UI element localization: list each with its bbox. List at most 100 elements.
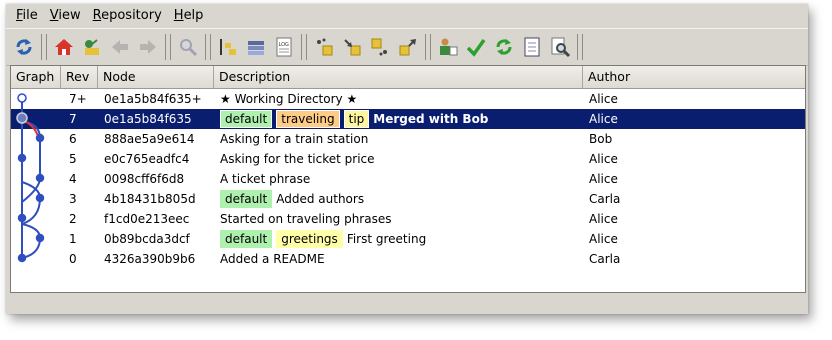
column-header-description[interactable]: Description xyxy=(214,66,583,88)
menubar: File View Repository Help xyxy=(6,4,808,28)
inspect-button[interactable] xyxy=(546,33,574,61)
toolbar-separator xyxy=(41,34,47,60)
graph-cell xyxy=(11,249,61,269)
document-icon xyxy=(524,37,540,57)
outgoing-button[interactable] xyxy=(366,33,394,61)
description-cell: Started on traveling phrases xyxy=(214,209,583,229)
rev-cell: 2 xyxy=(69,212,77,226)
rev-cell: 5 xyxy=(69,152,77,166)
push-icon xyxy=(399,39,416,56)
accept-check-button[interactable] xyxy=(462,33,490,61)
description-text: First greeting xyxy=(346,232,427,246)
column-header-graph[interactable]: Graph xyxy=(11,66,61,88)
column-header-rev[interactable]: Rev xyxy=(61,66,98,88)
table-row[interactable]: 2 f1cd0e213eec Started on traveling phrase… xyxy=(11,209,805,229)
hgtk-log-window: File View Repository Help LOG Graph Rev Nod… xyxy=(6,4,808,314)
find-icon xyxy=(180,39,198,57)
rev-cell: 7+ xyxy=(69,92,87,106)
changeset-table[interactable]: Graph Rev Node Description Author 7+ 0e1a… xyxy=(10,65,806,293)
graph-cell xyxy=(11,209,61,229)
goto-revision-button[interactable] xyxy=(78,33,106,61)
node-cell: 0b89bcda3dcf xyxy=(104,232,190,246)
toolbar: LOG xyxy=(6,28,808,66)
description-text: Merged with Bob xyxy=(373,112,489,126)
graph-cell xyxy=(11,129,61,149)
author-cell: Bob xyxy=(589,132,613,146)
log-file-button[interactable]: LOG xyxy=(270,33,298,61)
toolbar-separator xyxy=(577,34,583,60)
toolbar-separator xyxy=(165,34,171,60)
node-cell: f1cd0e213eec xyxy=(104,212,190,226)
menu-help[interactable]: Help xyxy=(168,4,210,28)
node-cell: 0e1a5b84f635+ xyxy=(104,92,202,106)
menu-file[interactable]: File xyxy=(10,4,44,28)
table-row[interactable]: 6 888ae5a9e614 Asking for a train station B… xyxy=(11,129,805,149)
sync-button[interactable] xyxy=(490,33,518,61)
description-text: ★ Working Directory ★ xyxy=(220,92,358,106)
document-button[interactable] xyxy=(518,33,546,61)
pull-icon xyxy=(344,39,361,56)
table-row[interactable]: 7+ 0e1a5b84f635+ ★ Working Directory ★ Alic… xyxy=(11,89,805,109)
home-button[interactable] xyxy=(50,33,78,61)
rev-cell: 0 xyxy=(69,252,77,266)
tag-default: default xyxy=(220,110,273,128)
author-cell: Carla xyxy=(589,192,621,206)
tag-traveling: traveling xyxy=(276,110,340,128)
accept-check-icon xyxy=(466,38,486,57)
toolbar-separator xyxy=(425,34,431,60)
toolbar-separator xyxy=(301,34,307,60)
graph-cell xyxy=(11,169,61,189)
pull-button[interactable] xyxy=(338,33,366,61)
find-button xyxy=(174,33,202,61)
description-cell: Asking for a train station xyxy=(214,129,583,149)
graph-cell xyxy=(11,229,61,249)
branch-filter-button[interactable] xyxy=(214,33,242,61)
column-header-author[interactable]: Author xyxy=(583,66,805,88)
toolbar-separator xyxy=(205,34,211,60)
table-row[interactable]: 1 0b89bcda3dcf default greetings First greet… xyxy=(11,229,805,249)
status-bar xyxy=(10,295,806,312)
description-cell: A ticket phrase xyxy=(214,169,583,189)
incoming-button[interactable] xyxy=(310,33,338,61)
tag-default: default xyxy=(220,190,273,208)
rev-cell: 7 xyxy=(69,112,77,126)
inspect-icon xyxy=(551,37,571,58)
log-file-icon: LOG xyxy=(276,37,292,57)
node-cell: 0098cff6f6d8 xyxy=(104,172,185,186)
tag-default: default xyxy=(220,230,273,248)
incoming-icon xyxy=(317,38,333,56)
menu-view[interactable]: View xyxy=(44,4,87,28)
table-row[interactable]: 3 4b18431b805d default Added authors Carla xyxy=(11,189,805,209)
description-cell: default greetings First greeting xyxy=(214,229,583,249)
column-header-node[interactable]: Node xyxy=(98,66,214,88)
graph-cell xyxy=(11,89,61,109)
push-button[interactable] xyxy=(394,33,422,61)
author-cell: Alice xyxy=(589,212,618,226)
goto-revision-icon xyxy=(85,39,99,55)
graph-cell xyxy=(11,109,61,129)
table-row[interactable]: 7 0e1a5b84f635 default traveling tip Merged w… xyxy=(11,109,805,129)
table-row[interactable]: 0 4326a390b9b6 Added a README Carla xyxy=(11,249,805,269)
user-button[interactable] xyxy=(434,33,462,61)
table-row[interactable]: 4 0098cff6f6d8 A ticket phrase Alice xyxy=(11,169,805,189)
rev-cell: 1 xyxy=(69,232,77,246)
rev-cell: 4 xyxy=(69,172,77,186)
user-icon xyxy=(440,38,458,56)
layers-button[interactable] xyxy=(242,33,270,61)
description-cell: Asking for the ticket price xyxy=(214,149,583,169)
sync-icon xyxy=(496,39,512,55)
menu-repository[interactable]: Repository xyxy=(87,4,168,28)
description-text: Added authors xyxy=(276,192,365,206)
outgoing-icon xyxy=(371,38,387,56)
description-text: A ticket phrase xyxy=(220,172,311,186)
node-cell: 888ae5a9e614 xyxy=(104,132,195,146)
table-header: Graph Rev Node Description Author xyxy=(11,66,805,89)
author-cell: Alice xyxy=(589,152,618,166)
description-text: Started on traveling phrases xyxy=(220,212,392,226)
table-row[interactable]: 5 e0c765eadfc4 Asking for the ticket price… xyxy=(11,149,805,169)
refresh-button[interactable] xyxy=(10,33,38,61)
description-text: Added a README xyxy=(220,252,325,266)
description-cell: Added a README xyxy=(214,249,583,269)
node-cell: 4b18431b805d xyxy=(104,192,196,206)
description-cell: default traveling tip Merged with Bob xyxy=(214,109,583,129)
